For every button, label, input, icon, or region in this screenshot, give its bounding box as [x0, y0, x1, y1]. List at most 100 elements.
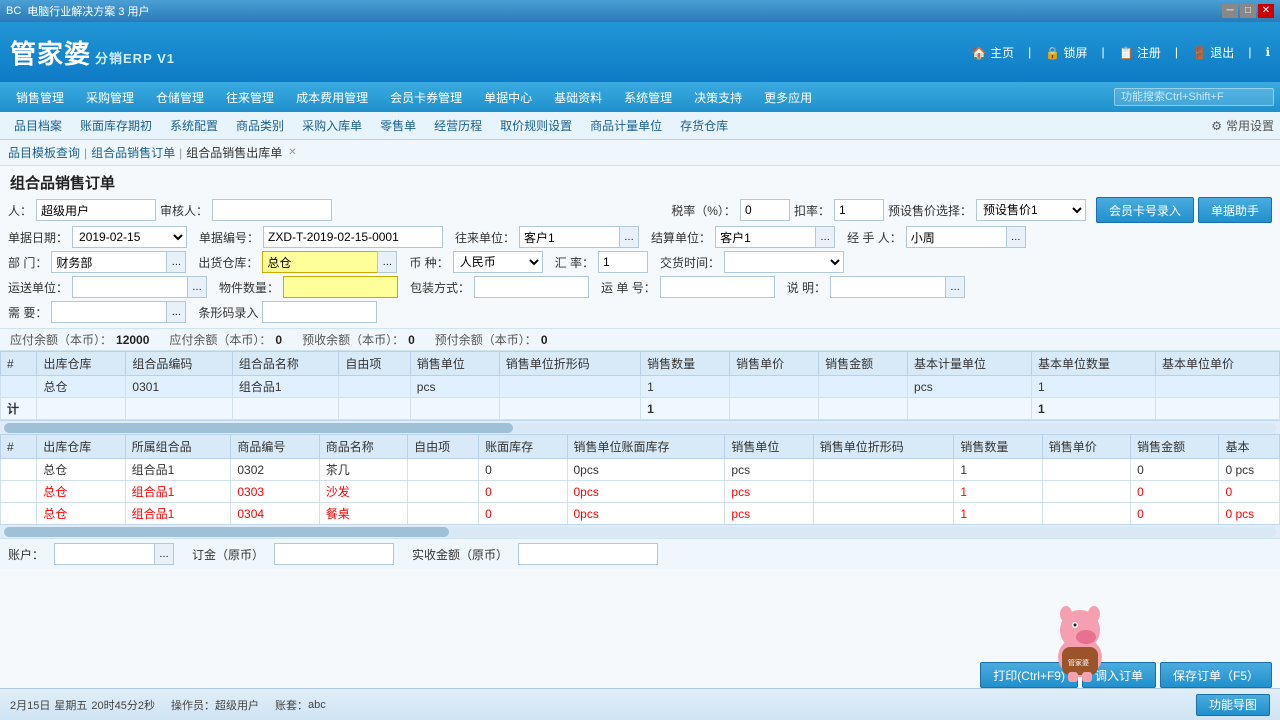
menu-cost[interactable]: 成本费用管理: [286, 85, 378, 110]
person-input[interactable]: [36, 199, 156, 221]
menu-docs[interactable]: 单据中心: [474, 85, 542, 110]
maximize-btn[interactable]: □: [1240, 4, 1256, 18]
menu-member[interactable]: 会员卡券管理: [380, 85, 472, 110]
submenu-stock-init[interactable]: 账面库存期初: [72, 114, 160, 137]
qty-input[interactable]: [283, 276, 398, 298]
member-card-btn[interactable]: 会员卡号录入: [1096, 197, 1194, 223]
submenu-uom[interactable]: 商品计量单位: [582, 114, 670, 137]
time-select[interactable]: [724, 251, 844, 273]
settle-label: 结算单位：: [651, 229, 711, 246]
waybill-input[interactable]: [660, 276, 775, 298]
date-select[interactable]: 2019-02-15: [72, 226, 187, 248]
submenu-catalog[interactable]: 品目档案: [6, 114, 70, 137]
req-input[interactable]: [51, 301, 166, 323]
bc-combo-sales-order[interactable]: 组合品销售订单: [91, 144, 175, 161]
note-input[interactable]: [830, 276, 945, 298]
audit-input[interactable]: [212, 199, 332, 221]
nav-register[interactable]: 📋 注册: [1119, 44, 1161, 61]
submenu-history[interactable]: 经营历程: [426, 114, 490, 137]
submenu-purchase-in[interactable]: 采购入库单: [294, 114, 370, 137]
exchange-input[interactable]: [598, 251, 648, 273]
th2-num: #: [1, 435, 37, 459]
account-picker-btn[interactable]: …: [154, 543, 174, 565]
gear-icon: ⚙: [1211, 119, 1222, 133]
ship-picker-btn[interactable]: …: [187, 276, 207, 298]
settle-field: …: [715, 226, 835, 248]
cell2-code-3: 0304: [231, 503, 319, 525]
note-picker-btn[interactable]: …: [945, 276, 965, 298]
cell2-amount-2: 0: [1131, 481, 1219, 503]
bc-template-query[interactable]: 品目模板查询: [8, 144, 80, 161]
nav-sep2: |: [1102, 45, 1105, 59]
table-row[interactable]: 总仓 组合品1 0302 茶几 0 0pcs pcs 1 0 0 pcs: [1, 459, 1280, 481]
submenu-category[interactable]: 商品类别: [228, 114, 292, 137]
function-map-btn[interactable]: 功能导图: [1196, 694, 1270, 716]
cell2-unit-3: pcs: [725, 503, 813, 525]
manager-picker-btn[interactable]: …: [1006, 226, 1026, 248]
bc-close-icon[interactable]: ✕: [288, 147, 296, 158]
warehouse-input[interactable]: [262, 251, 377, 273]
table-row[interactable]: 总仓 0301 组合品1 pcs 1 pcs 1: [1, 376, 1280, 398]
pack-input[interactable]: [474, 276, 589, 298]
actual-input[interactable]: [518, 543, 658, 565]
submenu-pricing[interactable]: 取价规则设置: [492, 114, 580, 137]
cell-combo-name: 组合品1: [232, 376, 338, 398]
payable-value: 12000: [116, 333, 149, 347]
menu-decision[interactable]: 决策支持: [684, 85, 752, 110]
doc-assistant-btn[interactable]: 单据助手: [1198, 197, 1272, 223]
dept-input[interactable]: [51, 251, 166, 273]
submenu-inventory[interactable]: 存货仓库: [672, 114, 736, 137]
discount-input[interactable]: [834, 199, 884, 221]
th-sales-unit: 销售单位: [410, 352, 499, 376]
menu-warehouse[interactable]: 仓储管理: [146, 85, 214, 110]
dest-picker-btn[interactable]: …: [619, 226, 639, 248]
function-search-input[interactable]: [1114, 88, 1274, 106]
close-btn[interactable]: ✕: [1258, 4, 1274, 18]
barcode-input[interactable]: [262, 301, 377, 323]
account-input[interactable]: [54, 543, 154, 565]
number-input[interactable]: [263, 226, 443, 248]
menu-receivable[interactable]: 往来管理: [216, 85, 284, 110]
menu-more[interactable]: 更多应用: [754, 85, 822, 110]
table2: # 出库仓库 所属组合品 商品编号 商品名称 自由项 账面库存 销售单位账面库存…: [0, 434, 1280, 524]
ship-input[interactable]: [72, 276, 187, 298]
menu-basic[interactable]: 基础资料: [544, 85, 612, 110]
settings-button[interactable]: ⚙ 常用设置: [1211, 117, 1274, 134]
th-base-price: 基本单位单价: [1155, 352, 1279, 376]
scrollbar2[interactable]: [0, 524, 1280, 538]
nav-info[interactable]: ℹ: [1265, 45, 1270, 59]
tax-input[interactable]: [740, 199, 790, 221]
submenu-sysconfig[interactable]: 系统配置: [162, 114, 226, 137]
scrollbar1[interactable]: [0, 420, 1280, 434]
menu-system[interactable]: 系统管理: [614, 85, 682, 110]
pre-receive-summary: 预收余额（本币）： 0: [302, 331, 415, 348]
preset-select[interactable]: 预设售价1: [976, 199, 1086, 221]
nav-home[interactable]: 🏠 主页: [972, 44, 1014, 61]
table-row[interactable]: 总仓 组合品1 0303 沙发 0 0pcs pcs 1 0 0: [1, 481, 1280, 503]
cell2-code: 0302: [231, 459, 319, 481]
dest-input[interactable]: [519, 226, 619, 248]
total-10: [819, 398, 908, 420]
cell2-combo-3: 组合品1: [125, 503, 231, 525]
header-nav: 🏠 主页 | 🔒 锁屏 | 📋 注册 | 🚪 退出 | ℹ: [972, 44, 1270, 61]
save-order-btn[interactable]: 保存订单（F5）: [1160, 662, 1272, 688]
warehouse-picker-btn[interactable]: …: [377, 251, 397, 273]
dept-picker-btn[interactable]: …: [166, 251, 186, 273]
manager-input[interactable]: [906, 226, 1006, 248]
nav-exit[interactable]: 🚪 退出: [1192, 44, 1234, 61]
settle-picker-btn[interactable]: …: [815, 226, 835, 248]
cell-base-unit: pcs: [908, 376, 1032, 398]
title-text: 电脑行业解决方案 3 用户: [27, 3, 149, 19]
req-picker-btn[interactable]: …: [166, 301, 186, 323]
th2-stock: 账面库存: [479, 435, 567, 459]
submenu-retail[interactable]: 零售单: [372, 114, 424, 137]
order-input[interactable]: [274, 543, 394, 565]
table1-wrap: # 出库仓库 组合品编码 组合品名称 自由项 销售单位 销售单位折形码 销售数量…: [0, 351, 1280, 420]
minimize-btn[interactable]: ─: [1222, 4, 1238, 18]
table-row[interactable]: 总仓 组合品1 0304 餐桌 0 0pcs pcs 1 0 0 pcs: [1, 503, 1280, 525]
currency-select[interactable]: 人民币: [453, 251, 543, 273]
nav-lock[interactable]: 🔒 锁屏: [1045, 44, 1087, 61]
menu-purchase[interactable]: 采购管理: [76, 85, 144, 110]
settle-input[interactable]: [715, 226, 815, 248]
menu-sales[interactable]: 销售管理: [6, 85, 74, 110]
